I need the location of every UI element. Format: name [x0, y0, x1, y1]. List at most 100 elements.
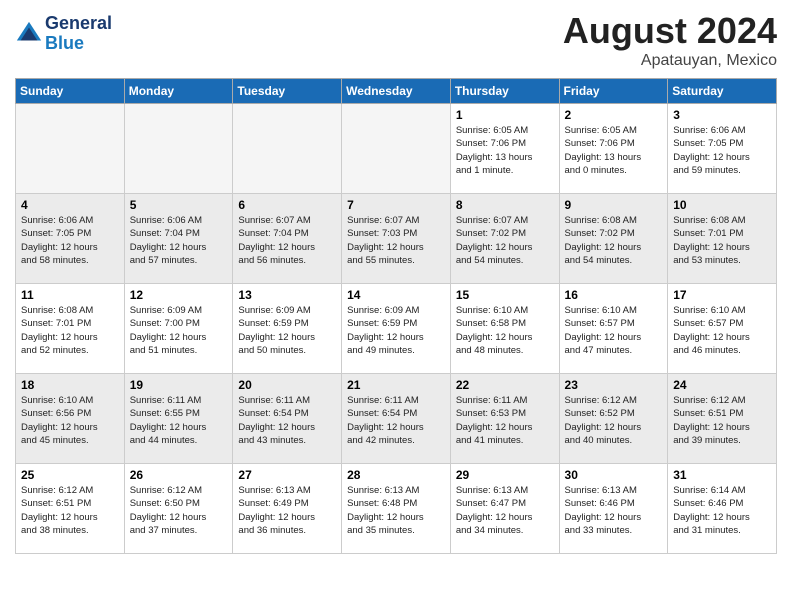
- day-number: 10: [673, 198, 771, 212]
- calendar-cell: 6Sunrise: 6:07 AMSunset: 7:04 PMDaylight…: [233, 194, 342, 284]
- logo: General Blue: [15, 14, 112, 54]
- day-number: 29: [456, 468, 554, 482]
- day-info: Sunrise: 6:08 AMSunset: 7:01 PMDaylight:…: [21, 304, 119, 357]
- day-number: 27: [238, 468, 336, 482]
- day-number: 2: [565, 108, 663, 122]
- location: Apatauyan, Mexico: [563, 52, 777, 70]
- calendar-cell: 31 Sunrise: 6:14 AMSunset: 6:46 PMDayligh…: [668, 464, 777, 554]
- weekday-header-thursday: Thursday: [450, 79, 559, 104]
- calendar-cell: [233, 104, 342, 194]
- day-number: 13: [238, 288, 336, 302]
- day-number: 26: [130, 468, 228, 482]
- calendar-cell: 13 Sunrise: 6:09 AMSunset: 6:59 PMDayligh…: [233, 284, 342, 374]
- calendar-cell: 10 Sunrise: 6:08 AMSunset: 7:01 PMDayligh…: [668, 194, 777, 284]
- day-number: 31: [673, 468, 771, 482]
- day-number: 28: [347, 468, 445, 482]
- day-number: 20: [238, 378, 336, 392]
- day-number: 3: [673, 108, 771, 122]
- day-info: Sunrise: 6:12 AMSunset: 6:51 PMDaylight:…: [673, 394, 771, 447]
- weekday-header-wednesday: Wednesday: [342, 79, 451, 104]
- logo-line1: General Blue: [45, 14, 112, 54]
- calendar-cell: 27 Sunrise: 6:13 AMSunset: 6:49 PMDayligh…: [233, 464, 342, 554]
- weekday-header-saturday: Saturday: [668, 79, 777, 104]
- calendar-cell: 20 Sunrise: 6:11 AMSunset: 6:54 PMDayligh…: [233, 374, 342, 464]
- day-info: Sunrise: 6:14 AMSunset: 6:46 PMDaylight:…: [673, 484, 771, 537]
- day-number: 23: [565, 378, 663, 392]
- calendar-cell: [16, 104, 125, 194]
- day-info: Sunrise: 6:11 AMSunset: 6:54 PMDaylight:…: [238, 394, 336, 447]
- day-info: Sunrise: 6:05 AMSunset: 7:06 PMDaylight:…: [456, 124, 554, 177]
- day-info: Sunrise: 6:12 AMSunset: 6:50 PMDaylight:…: [130, 484, 228, 537]
- calendar-week-row: 1 Sunrise: 6:05 AMSunset: 7:06 PMDaylight…: [16, 104, 777, 194]
- calendar-cell: 11Sunrise: 6:08 AMSunset: 7:01 PMDayligh…: [16, 284, 125, 374]
- day-info: Sunrise: 6:10 AMSunset: 6:57 PMDaylight:…: [673, 304, 771, 357]
- day-number: 12: [130, 288, 228, 302]
- calendar-cell: 30 Sunrise: 6:13 AMSunset: 6:46 PMDayligh…: [559, 464, 668, 554]
- calendar-cell: 5Sunrise: 6:06 AMSunset: 7:04 PMDaylight…: [124, 194, 233, 284]
- day-info: Sunrise: 6:09 AMSunset: 6:59 PMDaylight:…: [238, 304, 336, 357]
- calendar-cell: 29 Sunrise: 6:13 AMSunset: 6:47 PMDayligh…: [450, 464, 559, 554]
- calendar-cell: 26 Sunrise: 6:12 AMSunset: 6:50 PMDayligh…: [124, 464, 233, 554]
- day-number: 4: [21, 198, 119, 212]
- day-info: Sunrise: 6:06 AMSunset: 7:05 PMDaylight:…: [21, 214, 119, 267]
- calendar-cell: 18 Sunrise: 6:10 AMSunset: 6:56 PMDayligh…: [16, 374, 125, 464]
- day-number: 14: [347, 288, 445, 302]
- day-info: Sunrise: 6:08 AMSunset: 7:01 PMDaylight:…: [673, 214, 771, 267]
- day-number: 22: [456, 378, 554, 392]
- day-info: Sunrise: 6:11 AMSunset: 6:55 PMDaylight:…: [130, 394, 228, 447]
- day-info: Sunrise: 6:08 AMSunset: 7:02 PMDaylight:…: [565, 214, 663, 267]
- calendar-cell: 22 Sunrise: 6:11 AMSunset: 6:53 PMDayligh…: [450, 374, 559, 464]
- day-number: 25: [21, 468, 119, 482]
- calendar-cell: 15 Sunrise: 6:10 AMSunset: 6:58 PMDayligh…: [450, 284, 559, 374]
- day-info: Sunrise: 6:11 AMSunset: 6:53 PMDaylight:…: [456, 394, 554, 447]
- weekday-header-friday: Friday: [559, 79, 668, 104]
- day-info: Sunrise: 6:13 AMSunset: 6:49 PMDaylight:…: [238, 484, 336, 537]
- day-number: 18: [21, 378, 119, 392]
- day-info: Sunrise: 6:05 AMSunset: 7:06 PMDaylight:…: [565, 124, 663, 177]
- calendar-week-row: 11Sunrise: 6:08 AMSunset: 7:01 PMDayligh…: [16, 284, 777, 374]
- day-number: 1: [456, 108, 554, 122]
- day-info: Sunrise: 6:13 AMSunset: 6:46 PMDaylight:…: [565, 484, 663, 537]
- day-info: Sunrise: 6:13 AMSunset: 6:47 PMDaylight:…: [456, 484, 554, 537]
- calendar-week-row: 25Sunrise: 6:12 AMSunset: 6:51 PMDayligh…: [16, 464, 777, 554]
- calendar-cell: 25Sunrise: 6:12 AMSunset: 6:51 PMDayligh…: [16, 464, 125, 554]
- day-info: Sunrise: 6:06 AMSunset: 7:05 PMDaylight:…: [673, 124, 771, 177]
- calendar-cell: 1 Sunrise: 6:05 AMSunset: 7:06 PMDaylight…: [450, 104, 559, 194]
- day-info: Sunrise: 6:09 AMSunset: 6:59 PMDaylight:…: [347, 304, 445, 357]
- calendar-cell: 24 Sunrise: 6:12 AMSunset: 6:51 PMDayligh…: [668, 374, 777, 464]
- weekday-header-sunday: Sunday: [16, 79, 125, 104]
- day-number: 15: [456, 288, 554, 302]
- calendar-cell: 28 Sunrise: 6:13 AMSunset: 6:48 PMDayligh…: [342, 464, 451, 554]
- calendar-cell: 2 Sunrise: 6:05 AMSunset: 7:06 PMDaylight…: [559, 104, 668, 194]
- calendar-cell: [124, 104, 233, 194]
- calendar-cell: 4 Sunrise: 6:06 AMSunset: 7:05 PMDaylight…: [16, 194, 125, 284]
- calendar-cell: 8Sunrise: 6:07 AMSunset: 7:02 PMDaylight…: [450, 194, 559, 284]
- month-year: August 2024: [563, 10, 777, 52]
- day-number: 8: [456, 198, 554, 212]
- day-number: 19: [130, 378, 228, 392]
- day-number: 21: [347, 378, 445, 392]
- day-info: Sunrise: 6:10 AMSunset: 6:57 PMDaylight:…: [565, 304, 663, 357]
- day-number: 17: [673, 288, 771, 302]
- day-number: 5: [130, 198, 228, 212]
- calendar-cell: 23 Sunrise: 6:12 AMSunset: 6:52 PMDayligh…: [559, 374, 668, 464]
- day-info: Sunrise: 6:10 AMSunset: 6:58 PMDaylight:…: [456, 304, 554, 357]
- calendar-cell: 14 Sunrise: 6:09 AMSunset: 6:59 PMDayligh…: [342, 284, 451, 374]
- day-info: Sunrise: 6:11 AMSunset: 6:54 PMDaylight:…: [347, 394, 445, 447]
- day-number: 30: [565, 468, 663, 482]
- calendar-cell: 3 Sunrise: 6:06 AMSunset: 7:05 PMDaylight…: [668, 104, 777, 194]
- calendar-cell: 7Sunrise: 6:07 AMSunset: 7:03 PMDaylight…: [342, 194, 451, 284]
- day-number: 6: [238, 198, 336, 212]
- day-number: 9: [565, 198, 663, 212]
- calendar-cell: 17 Sunrise: 6:10 AMSunset: 6:57 PMDayligh…: [668, 284, 777, 374]
- day-info: Sunrise: 6:09 AMSunset: 7:00 PMDaylight:…: [130, 304, 228, 357]
- day-number: 16: [565, 288, 663, 302]
- weekday-header-tuesday: Tuesday: [233, 79, 342, 104]
- day-info: Sunrise: 6:13 AMSunset: 6:48 PMDaylight:…: [347, 484, 445, 537]
- day-info: Sunrise: 6:12 AMSunset: 6:52 PMDaylight:…: [565, 394, 663, 447]
- day-number: 24: [673, 378, 771, 392]
- day-info: Sunrise: 6:10 AMSunset: 6:56 PMDaylight:…: [21, 394, 119, 447]
- calendar-cell: 12 Sunrise: 6:09 AMSunset: 7:00 PMDayligh…: [124, 284, 233, 374]
- title-block: August 2024 Apatauyan, Mexico: [563, 10, 777, 70]
- calendar-week-row: 18 Sunrise: 6:10 AMSunset: 6:56 PMDayligh…: [16, 374, 777, 464]
